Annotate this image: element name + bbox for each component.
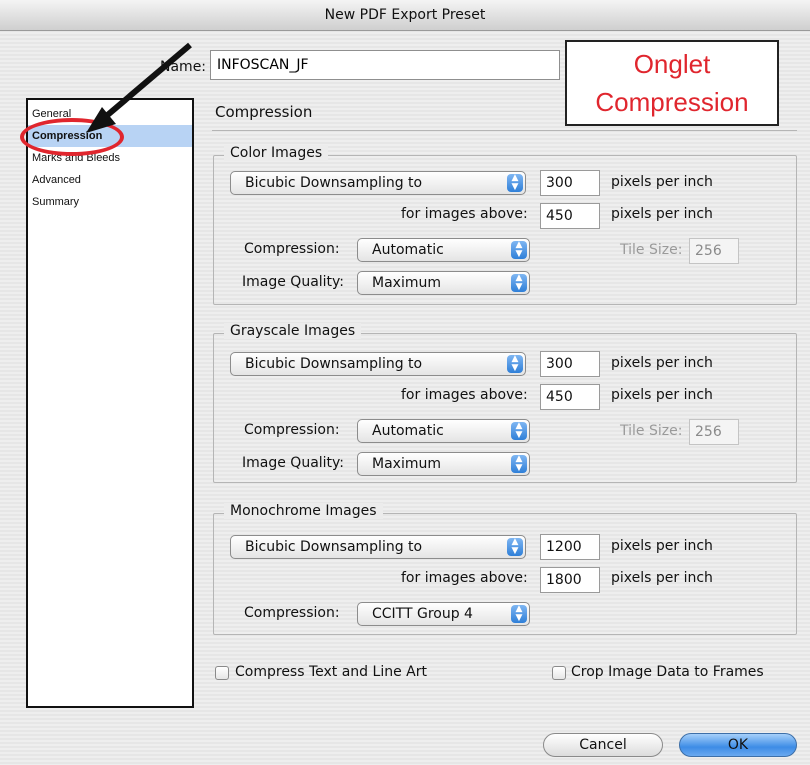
monochrome-images-group: Monochrome Images Bicubic Downsampling t…	[213, 503, 797, 635]
color-downsampling-popup[interactable]: Bicubic Downsampling to ▲ ▼	[230, 171, 526, 195]
color-quality-value: Maximum	[372, 275, 441, 291]
section-divider	[212, 130, 797, 131]
color-above-unit: pixels per inch	[611, 206, 713, 222]
section-title: Compression	[215, 103, 313, 121]
mono-above-unit: pixels per inch	[611, 570, 713, 586]
color-images-group: Color Images Bicubic Downsampling to ▲ ▼ …	[213, 145, 797, 305]
compress-text-label[interactable]: Compress Text and Line Art	[235, 664, 427, 680]
ok-button[interactable]: OK	[679, 733, 797, 757]
popup-arrows-icon: ▲ ▼	[507, 538, 523, 556]
grayscale-compression-label: Compression:	[244, 422, 340, 438]
popup-arrows-icon: ▲ ▼	[511, 241, 527, 259]
mono-above-label: for images above:	[401, 570, 528, 586]
grayscale-quality-value: Maximum	[372, 456, 441, 472]
mono-downsampling-popup[interactable]: Bicubic Downsampling to ▲ ▼	[230, 535, 526, 559]
color-ppi-unit: pixels per inch	[611, 174, 713, 190]
grayscale-downsampling-value: Bicubic Downsampling to	[245, 356, 423, 372]
color-quality-popup[interactable]: Maximum ▲ ▼	[357, 271, 530, 295]
mono-compression-value: CCITT Group 4	[372, 606, 473, 622]
grayscale-quality-label: Image Quality:	[242, 455, 345, 471]
grayscale-compression-popup[interactable]: Automatic ▲ ▼	[357, 419, 530, 443]
color-compression-label: Compression:	[244, 241, 340, 257]
grayscale-above-field[interactable]: 450	[540, 384, 600, 410]
grayscale-compression-value: Automatic	[372, 423, 444, 439]
grayscale-ppi-unit: pixels per inch	[611, 355, 713, 371]
mono-compression-label: Compression:	[244, 605, 340, 621]
grayscale-quality-popup[interactable]: Maximum ▲ ▼	[357, 452, 530, 476]
color-quality-label: Image Quality:	[242, 274, 345, 290]
monochrome-images-legend: Monochrome Images	[224, 503, 383, 519]
popup-arrows-icon: ▲ ▼	[511, 274, 527, 292]
color-compression-popup[interactable]: Automatic ▲ ▼	[357, 238, 530, 262]
mono-compression-popup[interactable]: CCITT Group 4 ▲ ▼	[357, 602, 530, 626]
crop-image-checkbox[interactable]	[552, 666, 566, 680]
color-tile-field: 256	[689, 238, 739, 264]
popup-arrows-icon: ▲ ▼	[511, 455, 527, 473]
popup-arrows-icon: ▲ ▼	[507, 174, 523, 192]
mono-ppi-field[interactable]: 1200	[540, 534, 600, 560]
color-above-field[interactable]: 450	[540, 203, 600, 229]
grayscale-images-group: Grayscale Images Bicubic Downsampling to…	[213, 323, 797, 483]
mono-ppi-unit: pixels per inch	[611, 538, 713, 554]
compress-text-checkbox[interactable]	[215, 666, 229, 680]
color-tile-label: Tile Size:	[620, 242, 683, 258]
mono-above-field[interactable]: 1800	[540, 567, 600, 593]
popup-arrows-icon: ▲ ▼	[511, 605, 527, 623]
popup-arrows-icon: ▲ ▼	[511, 422, 527, 440]
grayscale-tile-field: 256	[689, 419, 739, 445]
mono-downsampling-value: Bicubic Downsampling to	[245, 539, 423, 555]
grayscale-above-unit: pixels per inch	[611, 387, 713, 403]
grayscale-above-label: for images above:	[401, 387, 528, 403]
color-above-label: for images above:	[401, 206, 528, 222]
crop-image-label[interactable]: Crop Image Data to Frames	[571, 664, 764, 680]
color-compression-value: Automatic	[372, 242, 444, 258]
cancel-button[interactable]: Cancel	[543, 733, 663, 757]
grayscale-images-legend: Grayscale Images	[224, 323, 362, 339]
color-downsampling-value: Bicubic Downsampling to	[245, 175, 423, 191]
grayscale-tile-label: Tile Size:	[620, 423, 683, 439]
color-ppi-field[interactable]: 300	[540, 170, 600, 196]
grayscale-downsampling-popup[interactable]: Bicubic Downsampling to ▲ ▼	[230, 352, 526, 376]
popup-arrows-icon: ▲ ▼	[507, 355, 523, 373]
color-images-legend: Color Images	[224, 145, 329, 161]
grayscale-ppi-field[interactable]: 300	[540, 351, 600, 377]
